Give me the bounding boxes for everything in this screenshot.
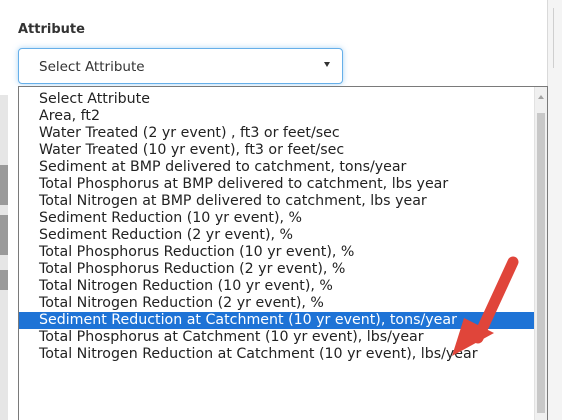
dropdown-option[interactable]: Total Phosphorus at Catchment (10 yr eve… (19, 329, 535, 346)
dropdown-option[interactable]: Sediment Reduction (10 yr event), % (19, 210, 535, 227)
dropdown-option-selected[interactable]: Sediment Reduction at Catchment (10 yr e… (19, 312, 535, 329)
background-strip-segment (0, 270, 8, 290)
attribute-dropdown-list[interactable]: Total Nitrogen Reduction at Catchment (1… (18, 86, 548, 420)
dropdown-option[interactable]: Total Phosphorus Reduction (10 yr event)… (19, 244, 535, 261)
attribute-label: Attribute (18, 22, 85, 37)
dropdown-option[interactable]: Total Phosphorus at BMP delivered to cat… (19, 176, 535, 193)
caret-down-icon[interactable] (324, 62, 330, 67)
dropdown-option[interactable]: Sediment at BMP delivered to catchment, … (19, 159, 535, 176)
background-strip-segment (0, 215, 8, 255)
background-page-strip (0, 95, 8, 420)
dropdown-option[interactable]: Area, ft2 (19, 108, 535, 125)
adjacent-panel-edge (548, 0, 562, 420)
dropdown-option[interactable]: Select Attribute (19, 91, 535, 108)
attribute-select[interactable]: Select Attribute (18, 48, 343, 84)
dropdown-option[interactable]: Total Phosphorus Reduction (2 yr event),… (19, 261, 535, 278)
dropdown-option[interactable]: Total Nitrogen Reduction (2 yr event), % (19, 295, 535, 312)
dropdown-option[interactable]: Total Nitrogen at BMP delivered to catch… (19, 193, 535, 210)
attribute-select-value: Select Attribute (39, 59, 145, 75)
dropdown-option[interactable]: Sediment Reduction (2 yr event), % (19, 227, 535, 244)
dropdown-option[interactable]: Total Nitrogen Reduction at Catchment (1… (19, 346, 535, 363)
scroll-up-arrow-icon[interactable] (538, 95, 544, 99)
dropdown-option[interactable]: Water Treated (2 yr event) , ft3 or feet… (19, 125, 535, 142)
dropdown-option[interactable]: Total Nitrogen Reduction (10 yr event), … (19, 278, 535, 295)
edge-divider (553, 8, 557, 68)
dropdown-option[interactable]: Water Treated (10 yr event), ft3 or feet… (19, 142, 535, 159)
dropdown-scrollbar[interactable] (534, 87, 547, 420)
background-strip-segment (0, 165, 8, 205)
scrollbar-thumb[interactable] (537, 113, 545, 413)
